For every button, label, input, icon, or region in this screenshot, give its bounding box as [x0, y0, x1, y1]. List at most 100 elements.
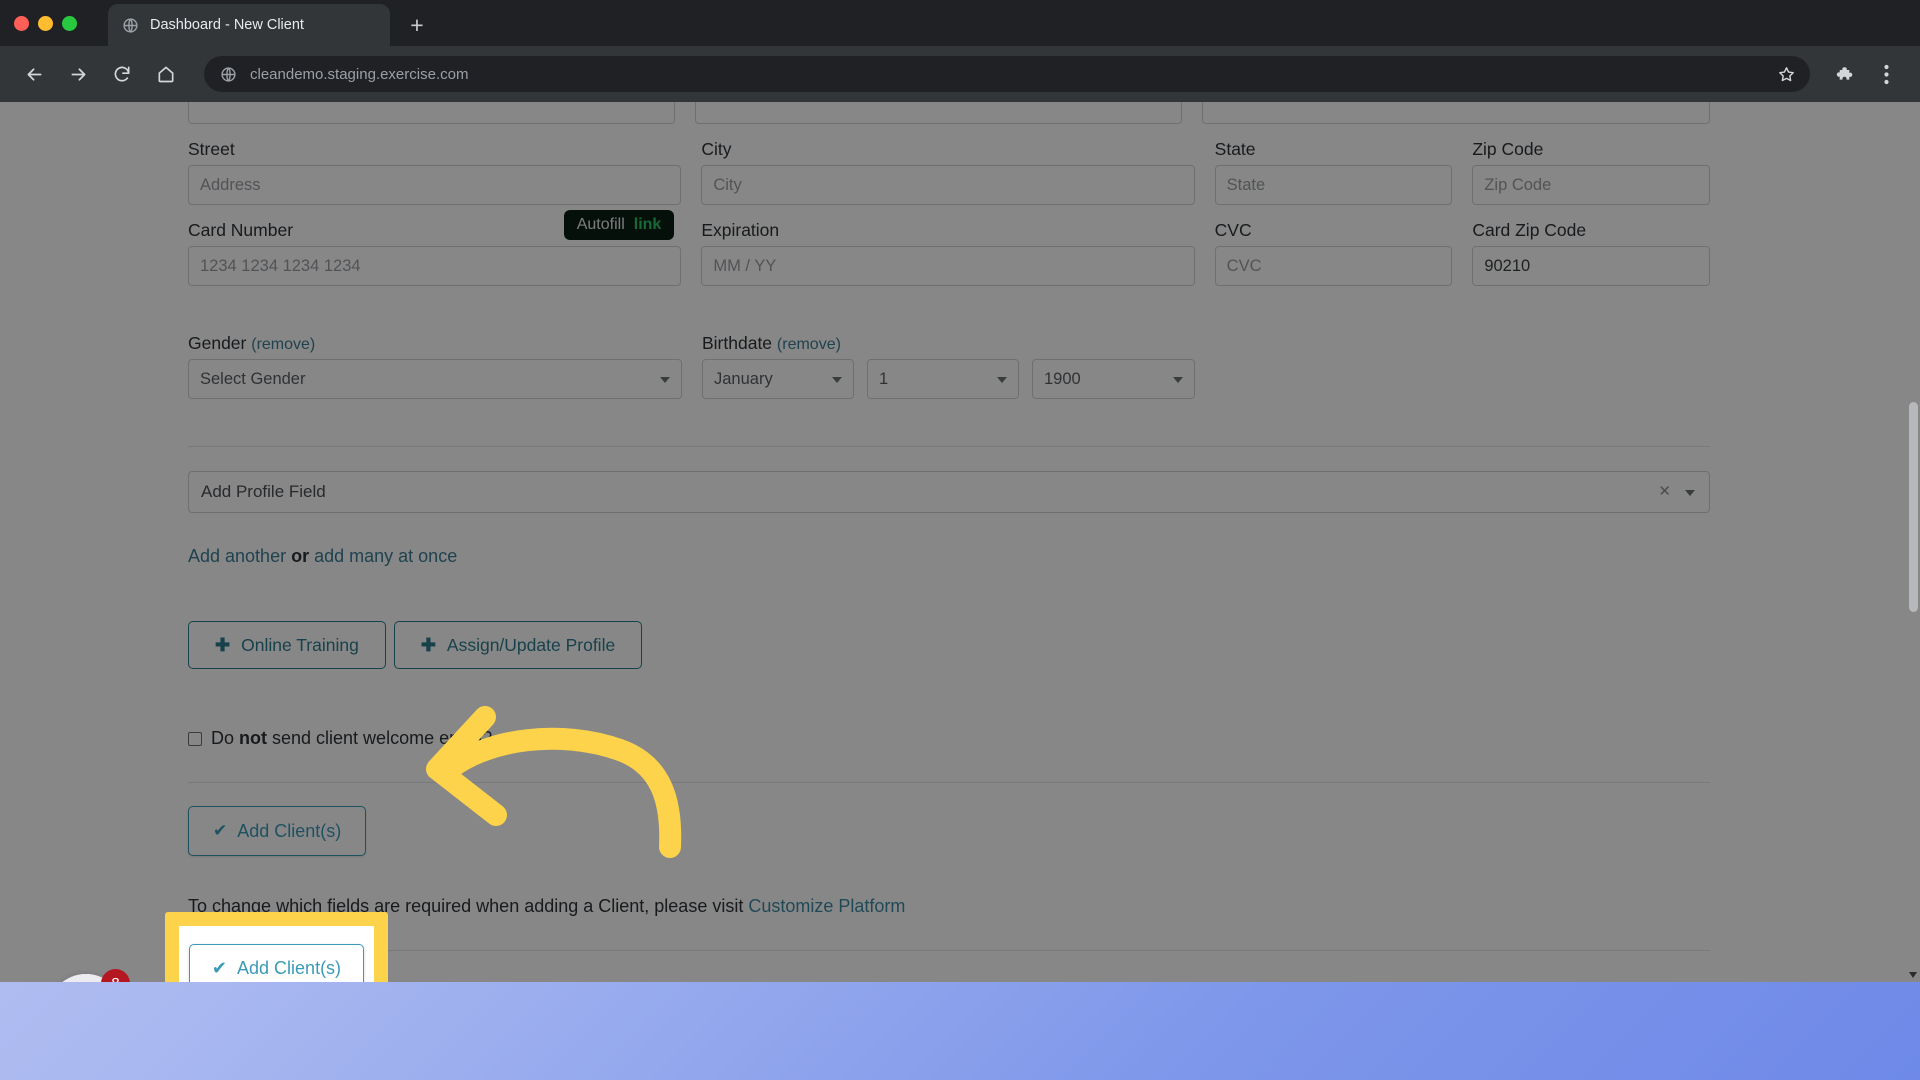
- address-bar[interactable]: cleandemo.staging.exercise.com: [204, 56, 1810, 92]
- label-expiration: Expiration: [701, 220, 1194, 241]
- field-expiration: Expiration MM / YY: [701, 206, 1194, 286]
- birthdate-year-value: 1900: [1044, 370, 1081, 388]
- browser-toolbar: cleandemo.staging.exercise.com: [0, 46, 1920, 102]
- add-clients-button[interactable]: ✔ Add Client(s): [189, 944, 364, 983]
- divider-3: [188, 950, 1710, 951]
- add-profile-field-select[interactable]: Add Profile Field ✕: [188, 471, 1710, 513]
- forward-button[interactable]: [58, 54, 98, 94]
- or-separator: or: [291, 546, 309, 566]
- home-button[interactable]: [146, 54, 186, 94]
- label-gender: Gender (remove): [188, 333, 682, 354]
- online-training-label: Online Training: [241, 635, 359, 656]
- add-clients-button-label: Add Client(s): [237, 958, 341, 979]
- label-street: Street: [188, 139, 681, 160]
- field-street: Street Address: [188, 125, 681, 205]
- add-clients-highlight: ✔ Add Client(s): [165, 912, 388, 982]
- chevron-down-icon: [832, 377, 842, 383]
- toolbar-right-actions: [1824, 54, 1906, 94]
- field-card-zip-code: Card Zip Code 90210: [1472, 206, 1710, 286]
- welcome-email-label: Do not send client welcome email?: [211, 728, 492, 749]
- card-zip-code-input[interactable]: 90210: [1472, 246, 1710, 286]
- label-zip-code: Zip Code: [1472, 139, 1710, 160]
- add-many-at-once-link[interactable]: add many at once: [314, 546, 457, 566]
- birthdate-day-value: 1: [879, 370, 888, 388]
- birthdate-month-select[interactable]: January: [702, 359, 854, 399]
- submit-zone: ✔ Add Client(s): [188, 800, 1710, 862]
- birthdate-month-value: January: [714, 370, 773, 388]
- page-scrollbar-thumb[interactable]: [1909, 402, 1918, 612]
- tab-strip: Dashboard - New Client +: [0, 0, 1920, 46]
- tab-title: Dashboard - New Client: [150, 17, 304, 33]
- online-training-button[interactable]: ✚ Online Training: [188, 621, 386, 669]
- partial-input-2[interactable]: [695, 102, 1182, 124]
- partial-input-3[interactable]: [1202, 102, 1710, 124]
- browser-window: Dashboard - New Client +: [0, 0, 1920, 982]
- field-gender: Gender (remove) Select Gender: [188, 319, 682, 399]
- gender-remove-link[interactable]: (remove): [251, 336, 315, 353]
- form-action-buttons: ✚ Online Training ✚ Assign/Update Profil…: [188, 621, 1710, 669]
- form-row-demographics: Gender (remove) Select Gender Birthdate …: [188, 319, 1710, 399]
- city-input[interactable]: City: [701, 165, 1194, 205]
- three-dot-menu-icon[interactable]: [1866, 54, 1906, 94]
- check-icon: ✔: [213, 821, 227, 841]
- street-input[interactable]: Address: [188, 165, 681, 205]
- divider-1: [188, 446, 1710, 447]
- add-another-link[interactable]: Add another: [188, 546, 286, 566]
- label-card-zip-code: Card Zip Code: [1472, 220, 1710, 241]
- welcome-email-checkbox-row[interactable]: Do not send client welcome email?: [188, 728, 1710, 749]
- field-city: City City: [701, 125, 1194, 205]
- globe-icon: [122, 17, 139, 34]
- field-cvc: CVC CVC: [1215, 206, 1453, 286]
- puzzle-piece-icon[interactable]: [1824, 54, 1864, 94]
- label-city: City: [701, 139, 1194, 160]
- back-button[interactable]: [14, 54, 54, 94]
- welcome-email-suffix: send client welcome email?: [267, 728, 492, 748]
- assign-update-profile-button[interactable]: ✚ Assign/Update Profile: [394, 621, 642, 669]
- plus-icon: ✚: [421, 636, 436, 654]
- assign-update-profile-label: Assign/Update Profile: [447, 635, 615, 656]
- add-another-links: Add another or add many at once: [188, 546, 1710, 567]
- required-fields-footnote: To change which fields are required when…: [188, 896, 1710, 917]
- gender-select[interactable]: Select Gender: [188, 359, 682, 399]
- check-icon: ✔: [212, 958, 227, 979]
- page-scrollbar[interactable]: [1906, 102, 1920, 982]
- add-clients-button-underlay[interactable]: ✔ Add Client(s): [188, 806, 366, 856]
- field-card-number: Card Number 1234 1234 1234 1234 Autofill…: [188, 206, 681, 286]
- address-bar-url: cleandemo.staging.exercise.com: [250, 66, 1764, 83]
- chat-widget[interactable]: 8: [48, 974, 124, 982]
- cvc-input[interactable]: CVC: [1215, 246, 1453, 286]
- zip-code-input[interactable]: Zip Code: [1472, 165, 1710, 205]
- reload-button[interactable]: [102, 54, 142, 94]
- autofill-badge[interactable]: Autofill link: [564, 210, 675, 240]
- page-content: Street Address City City State State Zip…: [0, 102, 1920, 982]
- expiration-input[interactable]: MM / YY: [701, 246, 1194, 286]
- window-traffic-lights: [14, 8, 77, 38]
- window-close-button[interactable]: [14, 16, 29, 31]
- globe-icon: [220, 66, 237, 83]
- window-minimize-button[interactable]: [38, 16, 53, 31]
- label-state: State: [1215, 139, 1453, 160]
- field-zip-code: Zip Code Zip Code: [1472, 125, 1710, 205]
- browser-tab[interactable]: Dashboard - New Client: [108, 4, 390, 46]
- form-row-address: Street Address City City State State Zip…: [188, 125, 1710, 205]
- customize-platform-link[interactable]: Customize Platform: [748, 896, 905, 916]
- card-number-input[interactable]: 1234 1234 1234 1234: [188, 246, 681, 286]
- window-zoom-button[interactable]: [62, 16, 77, 31]
- gender-selected-value: Select Gender: [200, 370, 305, 388]
- close-x-icon[interactable]: ✕: [1658, 472, 1671, 512]
- state-input[interactable]: State: [1215, 165, 1453, 205]
- chevron-down-icon: [1685, 490, 1695, 496]
- field-state: State State: [1215, 125, 1453, 205]
- birthdate-year-select[interactable]: 1900: [1032, 359, 1195, 399]
- birthdate-remove-link[interactable]: (remove): [777, 336, 841, 353]
- welcome-email-checkbox[interactable]: [188, 732, 202, 746]
- star-icon[interactable]: [1777, 65, 1796, 84]
- new-client-form: Street Address City City State State Zip…: [188, 102, 1710, 951]
- new-tab-button[interactable]: +: [400, 10, 434, 40]
- birthdate-label-text: Birthdate: [702, 333, 772, 353]
- scrollbar-down-arrow-icon[interactable]: [1909, 972, 1917, 978]
- add-clients-label: Add Client(s): [237, 821, 341, 842]
- partial-input-1[interactable]: [188, 102, 675, 124]
- birthdate-day-select[interactable]: 1: [867, 359, 1019, 399]
- page-viewport: Street Address City City State State Zip…: [0, 102, 1920, 982]
